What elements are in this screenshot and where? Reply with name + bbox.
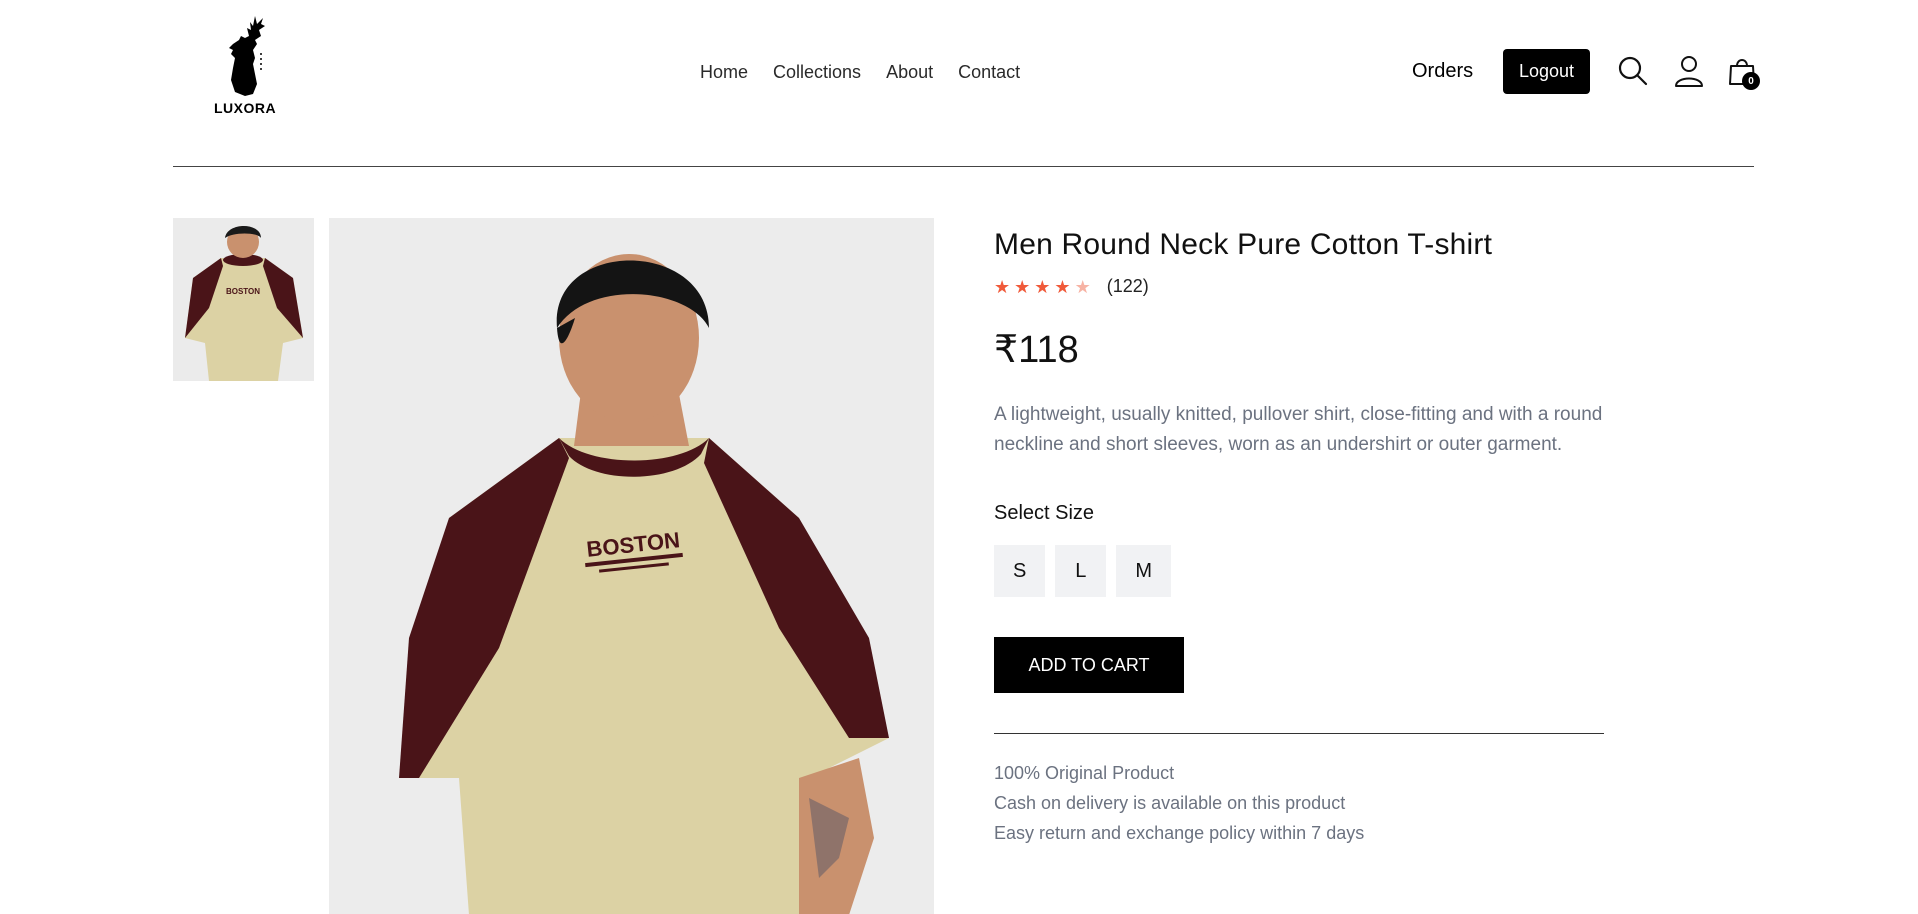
user-icon — [1675, 56, 1703, 87]
star-icon: ★ — [1054, 276, 1071, 297]
product-info: Men Round Neck Pure Cotton T-shirt ★ ★ ★… — [994, 228, 1604, 848]
product-thumbnail[interactable]: BOSTON — [173, 218, 314, 381]
logout-button[interactable]: Logout — [1503, 49, 1590, 94]
star-empty-icon: ★ — [1074, 276, 1091, 297]
size-option-l[interactable]: L — [1055, 545, 1107, 597]
product-main-image: BOSTON — [329, 218, 934, 914]
review-count: (122) — [1106, 276, 1149, 296]
note-original: 100% Original Product — [994, 763, 1175, 783]
header-divider — [173, 166, 1754, 167]
info-divider — [994, 733, 1604, 734]
brand-logo[interactable]: LUXORA — [212, 14, 278, 118]
nav-about[interactable]: About — [886, 62, 933, 83]
thumbnail-print-text: BOSTON — [226, 287, 260, 296]
size-option-s[interactable]: S — [994, 545, 1046, 597]
product-rating: ★ ★ ★ ★ ★ (122) — [994, 276, 1604, 297]
nav-collections[interactable]: Collections — [773, 62, 861, 83]
star-icon: ★ — [994, 276, 1011, 297]
star-icon: ★ — [1034, 276, 1051, 297]
product-price: ₹118 — [994, 329, 1079, 371]
nav-contact[interactable]: Contact — [958, 62, 1020, 83]
search-button[interactable] — [1616, 54, 1650, 88]
product-thumbnail-image: BOSTON — [173, 218, 314, 381]
main-nav: Home Collections About Contact — [700, 62, 1020, 83]
product-description: A lightweight, usually knitted, pullover… — [994, 404, 1603, 455]
add-to-cart-button[interactable]: ADD TO CART — [994, 637, 1184, 693]
deer-logo-icon — [229, 16, 265, 96]
size-label: Select Size — [994, 502, 1095, 524]
nav-home[interactable]: Home — [700, 62, 748, 83]
note-cod: Cash on delivery is available on this pr… — [994, 793, 1346, 813]
product-notes: 100% Original Product Cash on delivery i… — [994, 758, 1604, 848]
product-title: Men Round Neck Pure Cotton T-shirt — [994, 228, 1493, 261]
search-icon — [1618, 56, 1648, 86]
note-return: Easy return and exchange policy within 7… — [994, 823, 1365, 843]
cart-button[interactable]: 0 — [1726, 54, 1760, 90]
star-icon: ★ — [1014, 276, 1031, 297]
cart-count-badge: 0 — [1742, 72, 1760, 90]
size-option-m[interactable]: M — [1116, 545, 1172, 597]
size-selector: S L M — [994, 545, 1604, 597]
orders-link[interactable]: Orders — [1412, 60, 1473, 83]
product-photo: BOSTON — [329, 218, 934, 914]
brand-name: LUXORA — [213, 100, 277, 116]
profile-button[interactable] — [1672, 54, 1706, 88]
site-header: LUXORA Home Collections About Contact Or… — [0, 0, 1918, 168]
